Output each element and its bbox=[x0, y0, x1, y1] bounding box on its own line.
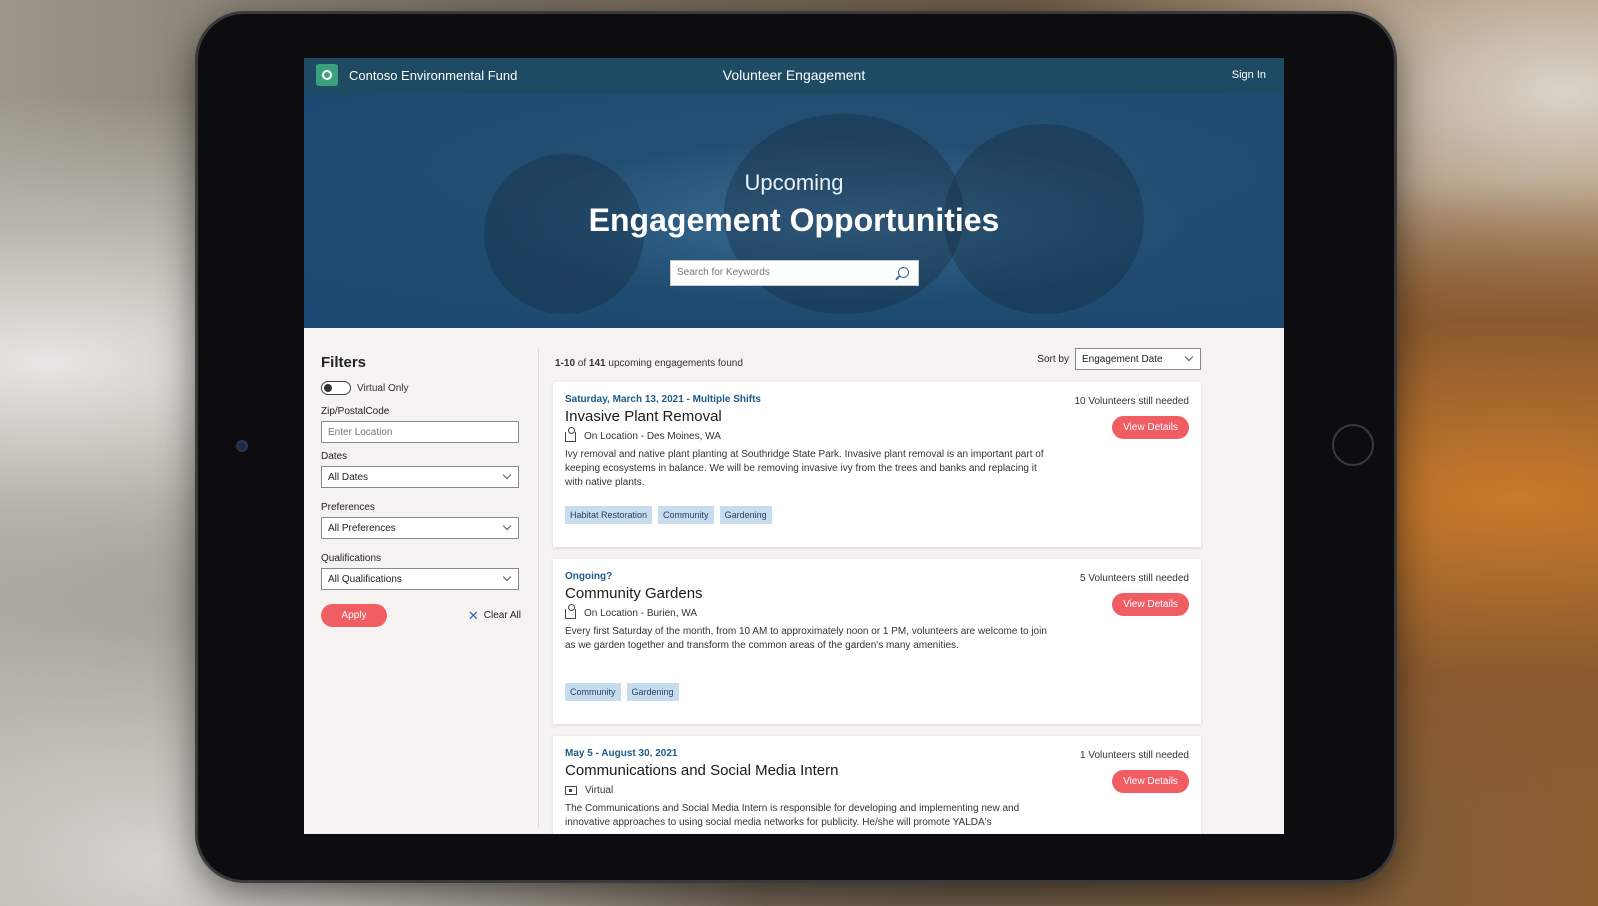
card-description: Every first Saturday of the month, from … bbox=[565, 626, 1047, 651]
volunteers-needed: 10 Volunteers still needed bbox=[1074, 396, 1189, 407]
app-screen: Contoso Environmental Fund Volunteer Eng… bbox=[304, 58, 1284, 834]
card-tags: Community Gardening bbox=[565, 683, 679, 701]
card-tags: Habitat Restoration Community Gardening bbox=[565, 506, 772, 524]
view-details-button[interactable]: View Details bbox=[1112, 416, 1189, 439]
zip-label: Zip/PostalCode bbox=[321, 406, 390, 417]
tablet-frame: Contoso Environmental Fund Volunteer Eng… bbox=[198, 14, 1394, 880]
engagement-card: May 5 - August 30, 2021 Communications a… bbox=[553, 736, 1201, 834]
preferences-label: Preferences bbox=[321, 502, 375, 513]
preferences-value: All Preferences bbox=[328, 523, 396, 534]
filter-actions: Apply ✕ Clear All bbox=[321, 604, 521, 627]
chevron-down-icon bbox=[502, 521, 512, 531]
apply-button[interactable]: Apply bbox=[321, 604, 387, 627]
location-icon bbox=[565, 603, 576, 619]
view-details-button[interactable]: View Details bbox=[1112, 770, 1189, 793]
zip-input[interactable] bbox=[321, 421, 519, 443]
card-title[interactable]: Communications and Social Media Intern bbox=[565, 762, 1189, 779]
volunteers-needed: 5 Volunteers still needed bbox=[1080, 573, 1189, 584]
camera-icon bbox=[236, 440, 248, 452]
card-location: Virtual bbox=[565, 785, 1189, 796]
dates-label: Dates bbox=[321, 451, 348, 462]
qualifications-label: Qualifications bbox=[321, 553, 382, 564]
view-details-button[interactable]: View Details bbox=[1112, 593, 1189, 616]
tag[interactable]: Habitat Restoration bbox=[565, 506, 653, 524]
location-icon bbox=[565, 426, 576, 442]
virtual-only-label: Virtual Only bbox=[357, 382, 409, 394]
search-icon[interactable] bbox=[898, 267, 909, 278]
hero-banner: Upcoming Engagement Opportunities bbox=[304, 94, 1284, 328]
engagement-card: Saturday, March 13, 2021 - Multiple Shif… bbox=[553, 382, 1201, 547]
volunteers-needed: 1 Volunteers still needed bbox=[1080, 750, 1189, 761]
card-location-text: Virtual bbox=[585, 785, 614, 796]
sort-select[interactable]: Engagement Date bbox=[1075, 348, 1201, 370]
card-description: The Communications and Social Media Inte… bbox=[565, 803, 1020, 828]
panel-divider bbox=[538, 348, 539, 828]
keyword-search bbox=[670, 260, 919, 286]
clear-all-label: Clear All bbox=[483, 610, 521, 621]
results-range: 1-10 bbox=[555, 358, 576, 369]
filters-panel: Filters Virtual Only Zip/PostalCode Date… bbox=[321, 354, 521, 627]
filters-heading: Filters bbox=[321, 354, 367, 371]
sort-control: Sort by Engagement Date bbox=[1037, 348, 1201, 370]
results-suffix: upcoming engagements found bbox=[608, 358, 743, 369]
card-location: On Location - Burien, WA bbox=[565, 603, 1189, 619]
preferences-select[interactable]: All Preferences bbox=[321, 517, 519, 539]
chevron-down-icon bbox=[502, 572, 512, 582]
clear-all-button[interactable]: ✕ Clear All bbox=[468, 608, 521, 624]
engagement-card: Ongoing? Community Gardens On Location -… bbox=[553, 559, 1201, 724]
tag[interactable]: Community bbox=[658, 506, 714, 524]
card-location-text: On Location - Des Moines, WA bbox=[584, 431, 721, 442]
tag[interactable]: Gardening bbox=[626, 683, 679, 701]
tag[interactable]: Gardening bbox=[719, 506, 772, 524]
main-content: Filters Virtual Only Zip/PostalCode Date… bbox=[304, 328, 1284, 834]
hero-subtitle: Upcoming bbox=[744, 170, 844, 195]
virtual-only-row: Virtual Only bbox=[321, 381, 521, 395]
card-title[interactable]: Invasive Plant Removal bbox=[565, 408, 1189, 425]
qualifications-select[interactable]: All Qualifications bbox=[321, 568, 519, 590]
card-location: On Location - Des Moines, WA bbox=[565, 426, 1189, 442]
close-icon: ✕ bbox=[467, 607, 479, 623]
chevron-down-icon bbox=[1184, 352, 1194, 362]
search-input[interactable] bbox=[671, 261, 881, 284]
virtual-only-toggle[interactable] bbox=[321, 381, 351, 395]
tag[interactable]: Community bbox=[565, 683, 621, 701]
results-of: of bbox=[577, 358, 587, 369]
results-summary: 1-10 of 141 upcoming engagements found bbox=[555, 358, 743, 369]
qualifications-value: All Qualifications bbox=[328, 574, 402, 585]
sort-value: Engagement Date bbox=[1082, 354, 1163, 365]
chevron-down-icon bbox=[502, 470, 512, 480]
sort-label: Sort by bbox=[1037, 353, 1069, 365]
card-description: Ivy removal and native plant planting at… bbox=[565, 449, 1044, 488]
results-total: 141 bbox=[588, 358, 606, 369]
sign-in-link[interactable]: Sign In bbox=[1232, 69, 1266, 81]
dates-select[interactable]: All Dates bbox=[321, 466, 519, 488]
hero-title: Engagement Opportunities bbox=[588, 202, 1000, 238]
card-title[interactable]: Community Gardens bbox=[565, 585, 1189, 602]
card-location-text: On Location - Burien, WA bbox=[584, 608, 698, 619]
top-navigation-bar: Contoso Environmental Fund Volunteer Eng… bbox=[304, 58, 1284, 94]
dates-value: All Dates bbox=[328, 472, 369, 483]
app-title: Volunteer Engagement bbox=[722, 67, 866, 83]
virtual-icon bbox=[565, 786, 577, 795]
home-button[interactable] bbox=[1332, 424, 1374, 466]
